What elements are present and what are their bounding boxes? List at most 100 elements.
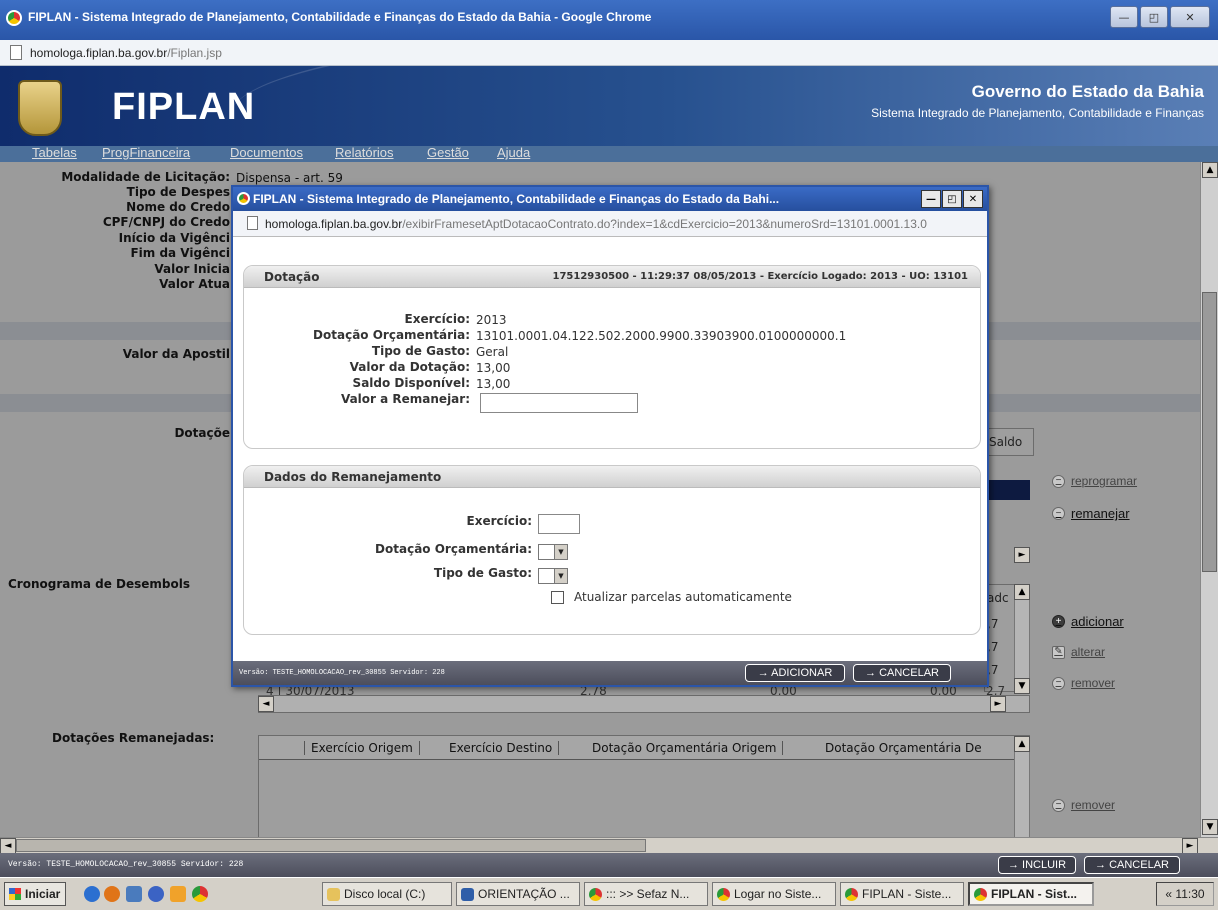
start-button[interactable]: Iniciar (4, 882, 66, 906)
saldo-header: Saldo (989, 435, 1023, 449)
adicionar-label: adicionar (1071, 614, 1124, 629)
popup-cancelar-button[interactable]: → CANCELAR (853, 664, 951, 682)
menu-gestao[interactable]: Gestão (427, 145, 469, 160)
menu-ajuda[interactable]: Ajuda (497, 145, 530, 160)
dotacoes-remanejadas-table: Exercício Origem Exercício Destino Dotaç… (258, 735, 1030, 837)
system-clock[interactable]: « 11:30 (1156, 882, 1214, 906)
col-exercicio-origem[interactable]: Exercício Origem (305, 741, 420, 755)
page-icon (247, 216, 258, 230)
label-dotacao-orcamentaria: Dotação Orçamentária: (313, 328, 470, 342)
popup-minimize-button[interactable]: — (921, 190, 941, 208)
firefox-icon[interactable] (104, 886, 120, 902)
alterar-link[interactable]: ✎ alterar (1052, 645, 1105, 659)
scroll-down-icon[interactable]: ▼ (1014, 678, 1030, 694)
menu-documentos[interactable]: Documentos (230, 145, 303, 160)
ie-icon[interactable] (84, 886, 100, 902)
scroll-left-icon[interactable]: ◄ (258, 696, 274, 712)
dotacao-destino-select[interactable]: ▼ (538, 544, 568, 560)
chrome-icon[interactable] (192, 886, 208, 902)
popup-close-button[interactable]: ✕ (963, 190, 983, 208)
menu-tabelas[interactable]: Tabelas (32, 145, 77, 160)
label-valor-remanejar: Valor a Remanejar: (340, 392, 470, 406)
adicionar-button[interactable]: → ADICIONAR (745, 664, 845, 682)
chrome-icon (974, 887, 987, 901)
cronograma-hscroll[interactable] (258, 695, 1030, 713)
value-dotacao-orcamentaria: 13101.0001.04.122.502.2000.9900.33903900… (476, 329, 847, 343)
col-dotacao-origem[interactable]: Dotação Orçamentária Origem (586, 741, 784, 755)
scroll-down-icon[interactable]: ▼ (1202, 819, 1218, 835)
cronograma-vscroll[interactable] (1014, 584, 1030, 692)
dotacoes-saldo-header: Saldo (984, 428, 1034, 456)
menu-relatorios[interactable]: Relatórios (335, 145, 394, 160)
task-fiplan-2[interactable]: FIPLAN - Sist... (968, 882, 1094, 906)
page-vscroll[interactable]: ▲ ▼ (1200, 162, 1218, 837)
bahia-crest-logo (18, 80, 62, 136)
version-text: Versão: TESTE_HOMOLOCACAO_rev_30855 Serv… (8, 860, 244, 869)
scroll-up-icon[interactable]: ▲ (1014, 736, 1030, 752)
adicionar-link[interactable]: + adicionar (1052, 614, 1124, 629)
minimize-button[interactable]: — (1110, 6, 1138, 28)
label-exercicio-destino: Exercício: (466, 514, 533, 528)
task-sefaz[interactable]: ::: >> Sefaz N... (584, 882, 708, 906)
selected-dotacao-row[interactable] (984, 480, 1030, 500)
tipo-gasto-destino-select[interactable]: ▼ (538, 568, 568, 584)
task-fiplan-1[interactable]: FIPLAN - Siste... (840, 882, 964, 906)
chrome-icon (6, 10, 22, 26)
session-info: 17512930500 - 11:29:37 08/05/2013 - Exer… (552, 271, 968, 282)
task-logar[interactable]: Logar no Siste... (712, 882, 836, 906)
app-icon[interactable] (170, 886, 186, 902)
scroll-up-icon[interactable]: ▲ (1014, 584, 1030, 600)
page-hscroll[interactable]: ◄ ► (0, 837, 1218, 854)
popup-url[interactable]: homologa.fiplan.ba.gov.br/exibirFrameset… (265, 217, 983, 231)
dotacao-panel-title: Dotação (264, 270, 320, 284)
menu-progfinanceira[interactable]: ProgFinanceira (102, 145, 190, 160)
popup-statusbar: Versão: TESTE_HOMOLOCACAO_rev_30855 Serv… (233, 661, 987, 685)
scroll-left-icon[interactable]: ◄ (0, 838, 16, 854)
folder-icon (327, 887, 340, 901)
task-orientacao[interactable]: ORIENTAÇÃO ... (456, 882, 580, 906)
incluir-button[interactable]: → INCLUIR (998, 856, 1076, 874)
valor-remanejar-input[interactable] (480, 393, 638, 413)
col-dotacao-destino[interactable]: Dotação Orçamentária De (819, 741, 988, 755)
label-dotacao-destino: Dotação Orçamentária: (375, 542, 532, 556)
scroll-up-icon[interactable]: ▲ (1202, 162, 1218, 178)
maximize-button[interactable]: ◰ (1140, 6, 1168, 28)
scroll-thumb[interactable] (1202, 292, 1217, 572)
exercicio-destino-input[interactable] (538, 514, 580, 534)
minus-circle-icon: − (1052, 474, 1065, 488)
remover-cronograma-link[interactable]: − remover (1052, 676, 1115, 690)
remover-remanejadas-link[interactable]: − remover (1052, 798, 1115, 812)
address-bar[interactable]: homologa.fiplan.ba.gov.br/Fiplan.jsp (0, 40, 1218, 66)
url-text[interactable]: homologa.fiplan.ba.gov.br/Fiplan.jsp (30, 46, 222, 60)
popup-address-bar[interactable]: homologa.fiplan.ba.gov.br/exibirFrameset… (233, 211, 987, 237)
close-button[interactable]: ✕ (1170, 6, 1210, 28)
dotacao-panel: Dotação 17512930500 - 11:29:37 08/05/201… (243, 265, 981, 449)
browser-titlebar: FIPLAN - Sistema Integrado de Planejamen… (0, 0, 1218, 40)
scroll-right-icon[interactable]: ► (1182, 838, 1198, 854)
col-exercicio-destino[interactable]: Exercício Destino (443, 741, 560, 755)
reprogramar-link[interactable]: − reprogramar (1052, 474, 1137, 488)
label-cronograma: Cronograma de Desembols (8, 577, 191, 591)
value-valor-dotacao: 13,00 (476, 361, 511, 375)
app-icon[interactable] (148, 886, 164, 902)
cancelar-button[interactable]: → CANCELAR (1084, 856, 1180, 874)
explorer-icon[interactable] (126, 886, 142, 902)
scroll-right-icon[interactable]: ► (1014, 547, 1030, 563)
plus-circle-icon: + (1052, 615, 1065, 628)
task-disco-local[interactable]: Disco local (C:) (322, 882, 452, 906)
atualizar-parcelas-checkbox[interactable] (551, 591, 564, 604)
popup-maximize-button[interactable]: ◰ (942, 190, 962, 208)
main-menu: Tabelas ProgFinanceira Documentos Relató… (0, 145, 1218, 162)
chrome-icon (717, 887, 730, 901)
scroll-right-icon[interactable]: ► (990, 696, 1006, 712)
remanejar-link[interactable]: − remanejar (1052, 506, 1130, 521)
government-title: Governo do Estado da Bahia Sistema Integ… (871, 82, 1204, 120)
chrome-icon (589, 887, 602, 901)
table-header-select (259, 741, 305, 755)
label-valor-dotacao: Valor da Dotação: (349, 360, 470, 374)
popup-url-host: homologa.fiplan.ba.gov.br (265, 217, 403, 231)
windows-logo-icon (9, 888, 21, 900)
atualizar-parcelas-label: Atualizar parcelas automaticamente (574, 590, 792, 604)
scroll-thumb[interactable] (16, 839, 646, 852)
label-tipo-gasto-destino: Tipo de Gasto: (433, 566, 532, 580)
